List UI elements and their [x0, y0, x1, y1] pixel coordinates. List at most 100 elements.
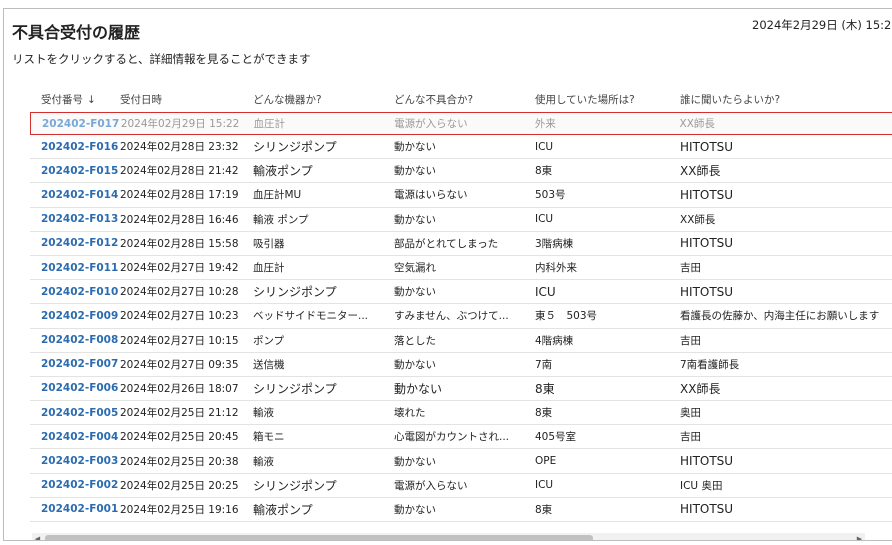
receipt-datetime: 2024年02月25日 20:38	[120, 455, 239, 468]
contact-cell: HITOTSU	[680, 284, 734, 299]
receipt-datetime: 2024年02月27日 19:42	[120, 262, 239, 275]
receipt-id[interactable]: 202402-F014	[30, 189, 120, 201]
table-row[interactable]: 202402-F006 2024年02月26日 18:07 シリンジポンプ 動か…	[30, 377, 892, 402]
table-header: 受付番号 ↓ 受付日時 どんな機器か? どんな不具合か? 使用していた場所は? 誰…	[30, 87, 892, 111]
horizontal-scrollbar[interactable]: ◀ ▶	[32, 533, 865, 541]
place-cell: 8東	[535, 407, 553, 420]
table-row[interactable]: 202402-F011 2024年02月27日 19:42 血圧計 空気漏れ 内…	[30, 256, 892, 281]
contact-cell: XX師長	[680, 381, 721, 396]
table-row[interactable]: 202402-F008 2024年02月27日 10:15 ポンプ 落とした 4…	[30, 329, 892, 353]
table-row[interactable]: 202402-F016 2024年02月28日 23:32 シリンジポンプ 動か…	[30, 135, 892, 160]
receipt-datetime: 2024年02月28日 17:19	[120, 189, 239, 202]
contact-cell: HITOTSU	[680, 502, 734, 517]
page-title: 不具合受付の履歴	[12, 23, 141, 42]
device-cell: 吸引器	[253, 237, 285, 250]
device-cell: ベッドサイドモニター...	[253, 310, 369, 323]
place-cell: 内科外来	[535, 262, 577, 275]
receipt-id[interactable]: 202402-F017	[31, 118, 121, 130]
device-cell: シリンジポンプ	[253, 478, 337, 493]
issue-cell: 動かない	[394, 286, 436, 299]
receipt-id[interactable]: 202402-F013	[30, 213, 120, 225]
table-row[interactable]: 202402-F009 2024年02月27日 10:23 ベッドサイドモニター…	[30, 304, 892, 329]
table-row[interactable]: 202402-F013 2024年02月28日 16:46 輸液 ポンプ 動かな…	[30, 208, 892, 232]
receipt-datetime: 2024年02月25日 19:16	[120, 503, 239, 516]
table-row[interactable]: 202402-F017 2024年02月29日 15:22 血圧計 電源が入らな…	[30, 112, 892, 135]
place-cell: 7南	[535, 358, 553, 371]
device-cell: 輸液	[253, 407, 274, 420]
receipt-id[interactable]: 202402-F012	[30, 237, 120, 249]
device-cell: 送信機	[253, 358, 285, 371]
column-header-contact[interactable]: 誰に聞いたらよいか?	[680, 92, 892, 107]
issue-cell: 動かない	[394, 455, 436, 468]
table-row[interactable]: 202402-F002 2024年02月25日 20:25 シリンジポンプ 電源…	[30, 474, 892, 498]
column-header-device[interactable]: どんな機器か?	[253, 92, 394, 107]
device-cell: シリンジポンプ	[253, 140, 337, 155]
receipt-id[interactable]: 202402-F007	[30, 358, 120, 370]
receipt-datetime: 2024年02月25日 20:25	[120, 479, 239, 492]
receipt-datetime: 2024年02月27日 10:28	[120, 286, 239, 299]
contact-cell: HITOTSU	[680, 139, 734, 154]
receipt-id[interactable]: 202402-F004	[30, 431, 120, 443]
receipt-datetime: 2024年02月28日 15:58	[120, 237, 239, 250]
place-cell: 8東	[535, 165, 553, 178]
scroll-left-arrow-icon[interactable]: ◀	[32, 533, 43, 541]
table-row[interactable]: 202402-F001 2024年02月25日 19:16 輸液ポンプ 動かない…	[30, 498, 892, 522]
device-cell: シリンジポンプ	[253, 381, 337, 396]
issue-cell: すみません、ぶつけて...	[394, 310, 509, 323]
receipt-datetime: 2024年02月25日 21:12	[120, 407, 239, 420]
receipt-id[interactable]: 202402-F016	[30, 141, 120, 153]
issue-cell: 心電図がカウントされ...	[394, 431, 510, 444]
issue-cell: 壊れた	[394, 407, 426, 420]
receipt-id[interactable]: 202402-F001	[30, 503, 120, 515]
table-row[interactable]: 202402-F003 2024年02月25日 20:38 輸液 動かない OP…	[30, 449, 892, 474]
table-row[interactable]: 202402-F004 2024年02月25日 20:45 箱モニ 心電図がカウ…	[30, 425, 892, 450]
contact-cell: XX師長	[679, 118, 715, 130]
receipt-id[interactable]: 202402-F003	[30, 455, 120, 467]
receipt-id[interactable]: 202402-F015	[30, 165, 120, 177]
place-cell: 4階病棟	[535, 334, 574, 347]
column-header-datetime[interactable]: 受付日時	[120, 92, 253, 107]
place-cell: ICU	[535, 284, 556, 299]
column-header-id[interactable]: 受付番号 ↓	[30, 92, 120, 107]
device-cell: 血圧計	[253, 262, 285, 275]
contact-cell: HITOTSU	[680, 187, 734, 202]
contact-cell: 7南看護師長	[680, 358, 740, 371]
receipt-id[interactable]: 202402-F011	[30, 262, 120, 274]
current-date: 2024年2月29日 (木) 15:26	[752, 18, 892, 32]
table-row[interactable]: 202402-F005 2024年02月25日 21:12 輸液 壊れた 8東 …	[30, 401, 892, 426]
issue-cell: 動かない	[394, 213, 436, 226]
issue-cell: 動かない	[394, 358, 436, 371]
receipt-id[interactable]: 202402-F009	[30, 310, 120, 322]
receipt-id[interactable]: 202402-F006	[30, 382, 120, 394]
contact-cell: 看護長の佐藤か、内海主任にお願いします	[680, 310, 880, 323]
issue-cell: 落とした	[394, 334, 436, 347]
device-cell: 輸液ポンプ	[253, 502, 313, 517]
receipt-datetime: 2024年02月27日 09:35	[120, 358, 239, 371]
place-cell: 8東	[535, 503, 553, 516]
column-header-issue[interactable]: どんな不具合か?	[394, 92, 535, 107]
receipt-id[interactable]: 202402-F005	[30, 407, 120, 419]
receipt-datetime: 2024年02月29日 15:22	[120, 118, 240, 130]
history-table: 受付番号 ↓ 受付日時 どんな機器か? どんな不具合か? 使用していた場所は? 誰…	[30, 87, 892, 522]
issue-cell: 空気漏れ	[394, 262, 436, 275]
issue-cell: 電源が入らない	[394, 118, 468, 130]
place-cell: ICU	[535, 140, 554, 153]
receipt-id[interactable]: 202402-F008	[30, 334, 120, 346]
table-row[interactable]: 202402-F007 2024年02月27日 09:35 送信機 動かない 7…	[30, 353, 892, 377]
receipt-datetime: 2024年02月27日 10:23	[120, 310, 239, 323]
history-panel: 不具合受付の履歴 2024年2月29日 (木) 15:26 リストをクリックする…	[3, 8, 892, 541]
receipt-id[interactable]: 202402-F010	[30, 286, 120, 298]
table-row[interactable]: 202402-F012 2024年02月28日 15:58 吸引器 部品がとれて…	[30, 232, 892, 256]
receipt-id[interactable]: 202402-F002	[30, 479, 120, 491]
receipt-datetime: 2024年02月28日 21:42	[120, 165, 239, 178]
device-cell: 箱モニ	[253, 431, 285, 444]
column-header-place[interactable]: 使用していた場所は?	[535, 92, 680, 107]
scroll-right-arrow-icon[interactable]: ▶	[854, 533, 865, 541]
table-row[interactable]: 202402-F015 2024年02月28日 21:42 輸液ポンプ 動かない…	[30, 159, 892, 184]
scrollbar-thumb[interactable]	[45, 535, 593, 540]
issue-cell: 動かない	[394, 381, 443, 396]
table-row[interactable]: 202402-F010 2024年02月27日 10:28 シリンジポンプ 動か…	[30, 280, 892, 305]
table-row[interactable]: 202402-F014 2024年02月28日 17:19 血圧計MU 電源はい…	[30, 183, 892, 208]
receipt-datetime: 2024年02月25日 20:45	[120, 431, 239, 444]
device-cell: 血圧計	[253, 118, 286, 130]
